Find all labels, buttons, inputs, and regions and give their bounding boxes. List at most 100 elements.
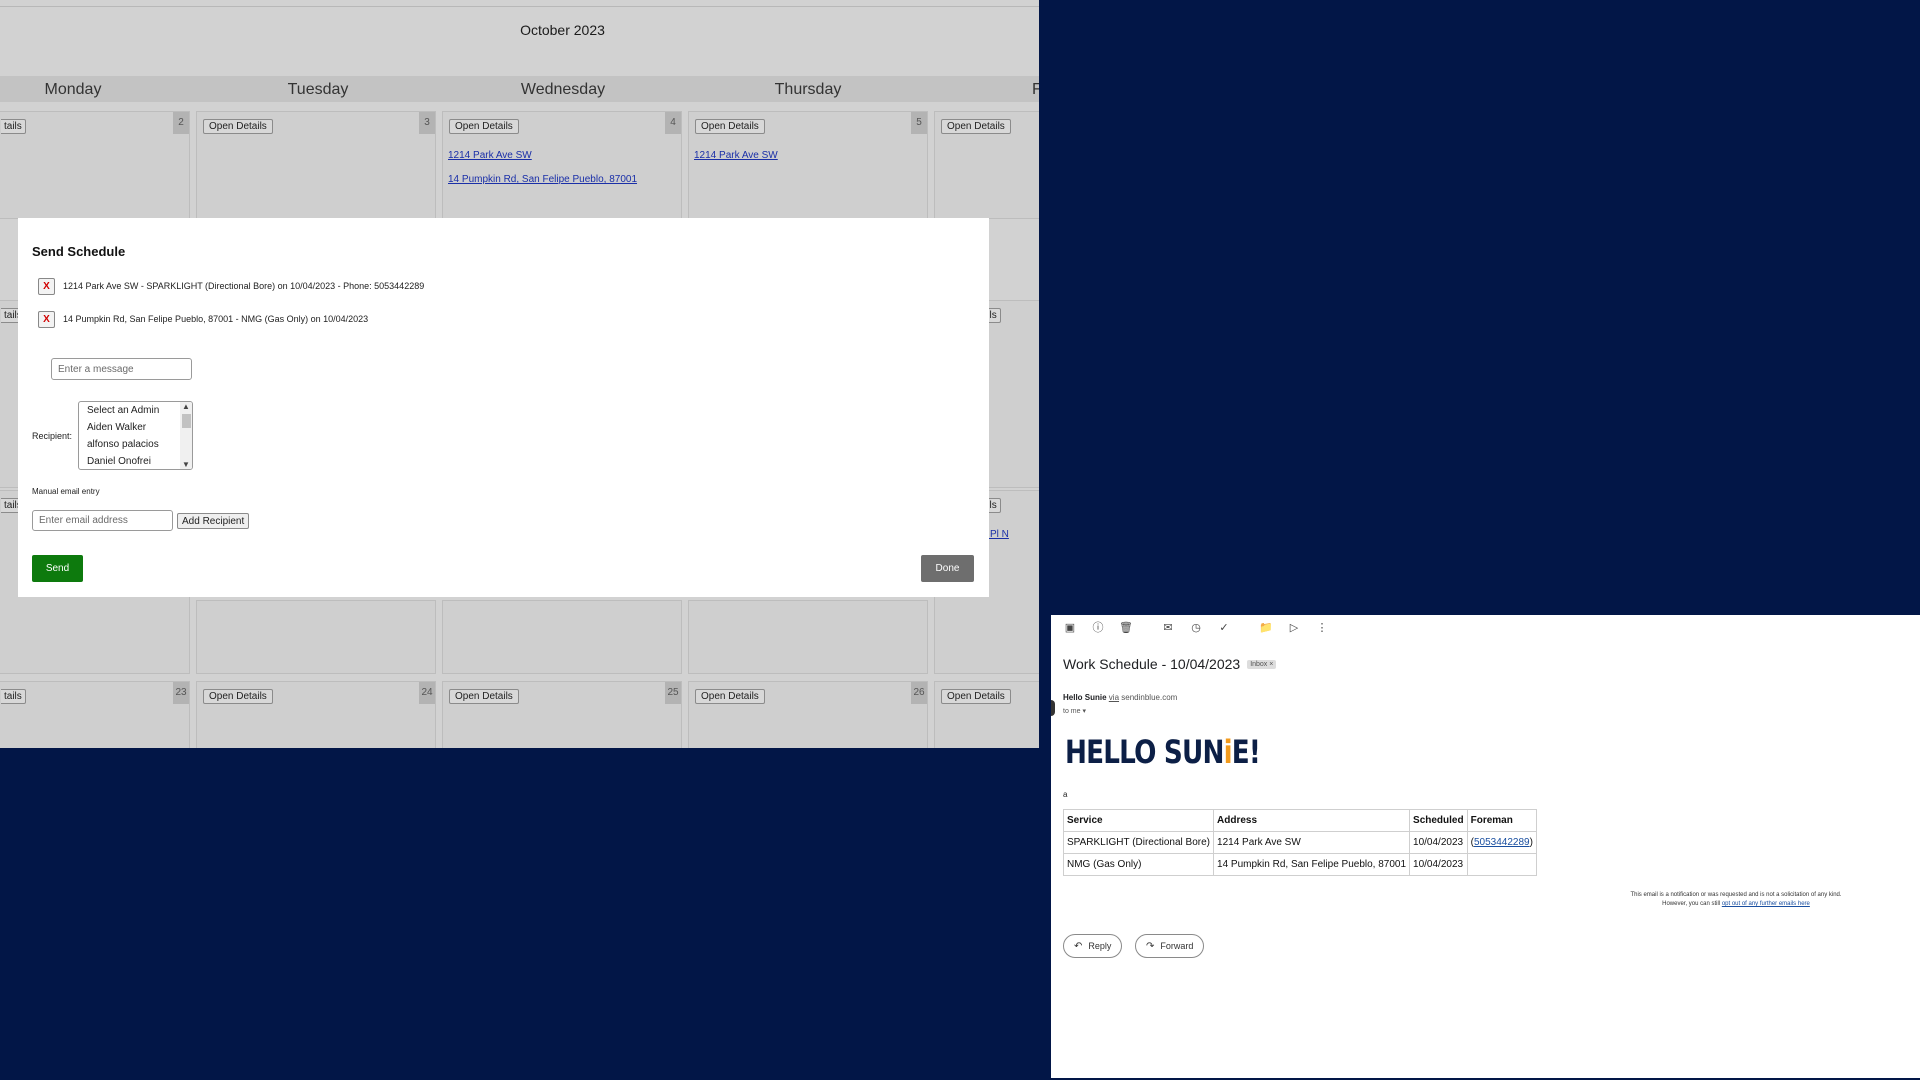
- table-header: Scheduled: [1409, 809, 1468, 832]
- open-details-button[interactable]: Open Details: [449, 689, 519, 704]
- add-recipient-button[interactable]: Add Recipient: [177, 513, 250, 529]
- recipient-option[interactable]: Daniel Onofrei: [79, 453, 192, 469]
- recipient-details-toggle[interactable]: to me ▾: [1063, 707, 1086, 715]
- report-spam-icon[interactable]: ⓘ: [1091, 621, 1105, 635]
- sender-domain: sendinblue.com: [1121, 693, 1178, 702]
- open-details-button[interactable]: Open Details: [941, 689, 1011, 704]
- open-details-button[interactable]: Open Details: [695, 689, 765, 704]
- table-cell: NMG (Gas Only): [1062, 853, 1215, 876]
- mark-unread-icon[interactable]: ✉: [1161, 621, 1175, 635]
- table-cell: 1214 Park Ave SW: [1213, 831, 1411, 854]
- table-header: Address: [1213, 809, 1411, 832]
- add-task-icon[interactable]: ✓: [1217, 621, 1231, 635]
- open-details-button[interactable]: Open Details: [695, 119, 765, 134]
- email-toolbar: ▣ ⓘ 🗑 ✉ ◷ ✓ 📁 ▷ ⋮: [1063, 620, 1343, 636]
- message-input[interactable]: [51, 358, 192, 380]
- done-button[interactable]: Done: [921, 555, 974, 582]
- archive-icon[interactable]: ▣: [1063, 621, 1077, 635]
- open-details-button[interactable]: tails: [1, 689, 26, 704]
- reply-button[interactable]: ↶ Reply: [1063, 934, 1123, 958]
- sender-name: Hello Sunie: [1063, 693, 1107, 702]
- manual-email-label: Manual email entry: [32, 487, 100, 496]
- table-header-row: Service Address Scheduled Foreman: [1062, 809, 1537, 832]
- forward-icon: ↷: [1146, 940, 1155, 952]
- disclaimer-line: However, you can still opt out of any fu…: [1611, 900, 1861, 909]
- subject-text: Work Schedule - 10/04/2023: [1063, 656, 1241, 672]
- send-button[interactable]: Send: [32, 555, 83, 582]
- table-cell: 10/04/2023: [1409, 831, 1468, 854]
- sender-line: Hello Sunie via sendinblue.com: [1063, 693, 1177, 702]
- email-message-text: a: [1063, 790, 1068, 799]
- schedule-item: X 1214 Park Ave SW - SPARKLIGHT (Directi…: [38, 277, 424, 295]
- day-number: 23: [173, 682, 189, 704]
- recipient-select[interactable]: Select an Admin Aiden Walker alfonso pal…: [78, 401, 193, 470]
- recipient-option[interactable]: Select an Admin: [79, 402, 192, 419]
- snooze-icon[interactable]: ◷: [1189, 621, 1203, 635]
- email-window: ▣ ⓘ 🗑 ✉ ◷ ✓ 📁 ▷ ⋮ Work Schedule - 10/04/…: [1051, 615, 1920, 1078]
- move-to-icon[interactable]: 📁: [1259, 621, 1273, 635]
- day-friday: F: [1032, 81, 1039, 98]
- open-details-button[interactable]: Open Details: [203, 689, 273, 704]
- calendar-cell: Open Details: [934, 681, 1039, 748]
- job-link[interactable]: 14 Pumpkin Rd, San Felipe Pueblo, 87001: [448, 174, 637, 185]
- foreman-phone-link[interactable]: 5053442289: [1474, 837, 1530, 848]
- scroll-thumb[interactable]: [182, 414, 191, 428]
- inbox-label-badge[interactable]: Inbox ×: [1247, 659, 1277, 669]
- via-link[interactable]: via: [1109, 693, 1119, 702]
- delete-icon[interactable]: 🗑: [1119, 621, 1133, 635]
- day-number: 5: [911, 112, 927, 134]
- calendar-cell: Open Details 3: [196, 111, 436, 219]
- day-number: 26: [911, 682, 927, 704]
- job-link[interactable]: 1214 Park Ave SW: [694, 150, 778, 161]
- calendar-cell: [442, 600, 682, 674]
- remove-schedule-button[interactable]: X: [38, 277, 55, 295]
- job-link[interactable]: 1214 Park Ave SW: [448, 150, 532, 161]
- scroll-down-icon[interactable]: ▼: [182, 460, 190, 469]
- table-header: Service: [1062, 809, 1215, 832]
- day-wednesday: Wednesday: [520, 81, 606, 98]
- day-number: 4: [665, 112, 681, 134]
- open-details-button[interactable]: Open Details: [449, 119, 519, 134]
- table-row: SPARKLIGHT (Directional Bore) 1214 Park …: [1062, 831, 1537, 854]
- recipient-option[interactable]: Aiden Walker: [79, 419, 192, 436]
- schedule-text: 14 Pumpkin Rd, San Felipe Pueblo, 87001 …: [63, 314, 369, 324]
- recipient-label: Recipient:: [32, 431, 73, 441]
- day-tuesday: Tuesday: [287, 81, 349, 98]
- recipient-option[interactable]: alfonso palacios: [79, 436, 192, 453]
- reply-label: Reply: [1088, 941, 1112, 951]
- more-icon[interactable]: ⋮: [1315, 621, 1329, 635]
- email-input[interactable]: [32, 510, 173, 531]
- remove-schedule-button[interactable]: X: [38, 310, 55, 328]
- recipient-scrollbar[interactable]: ▲ ▼: [180, 402, 192, 469]
- opt-out-link[interactable]: opt out of any further emails here: [1722, 901, 1810, 907]
- labels-icon[interactable]: ▷: [1287, 621, 1301, 635]
- forward-label: Forward: [1160, 941, 1194, 951]
- reply-icon: ↶: [1074, 940, 1083, 952]
- forward-button[interactable]: ↷ Forward: [1135, 934, 1205, 958]
- email-disclaimer: This email is a notification or was requ…: [1611, 891, 1861, 909]
- calendar-cell: Open Details 26: [688, 681, 928, 748]
- scroll-up-icon[interactable]: ▲: [182, 402, 190, 411]
- day-number: 2: [173, 112, 189, 134]
- day-thursday: Thursday: [774, 81, 842, 98]
- calendar-cell: Open Details 4 1214 Park Ave SW 14 Pumpk…: [442, 111, 682, 219]
- day-number: 24: [419, 682, 435, 704]
- day-number: 25: [665, 682, 681, 704]
- calendar-cell: [196, 600, 436, 674]
- table-cell: 10/04/2023: [1409, 853, 1468, 876]
- table-cell: [1466, 853, 1537, 876]
- weekday-header: Monday Tuesday Wednesday Thursday F: [0, 76, 1039, 102]
- calendar-cell: Open Details 25: [442, 681, 682, 748]
- day-monday: Monday: [44, 81, 102, 98]
- schedule-table: Service Address Scheduled Foreman SPARKL…: [1062, 809, 1537, 876]
- calendar-cell: Open Details 5 1214 Park Ave SW: [688, 111, 928, 219]
- calendar-cell: Open Details: [934, 111, 1039, 219]
- day-number: 3: [419, 112, 435, 134]
- open-details-button[interactable]: tails: [1, 119, 26, 134]
- window-edge-handle: [1051, 700, 1055, 716]
- hello-sunie-logo: HELLO SUNiE!: [1065, 733, 1261, 771]
- calendar-cell: tails 2: [0, 111, 190, 219]
- open-details-button[interactable]: Open Details: [203, 119, 273, 134]
- open-details-button[interactable]: Open Details: [941, 119, 1011, 134]
- table-cell: SPARKLIGHT (Directional Bore): [1062, 831, 1215, 854]
